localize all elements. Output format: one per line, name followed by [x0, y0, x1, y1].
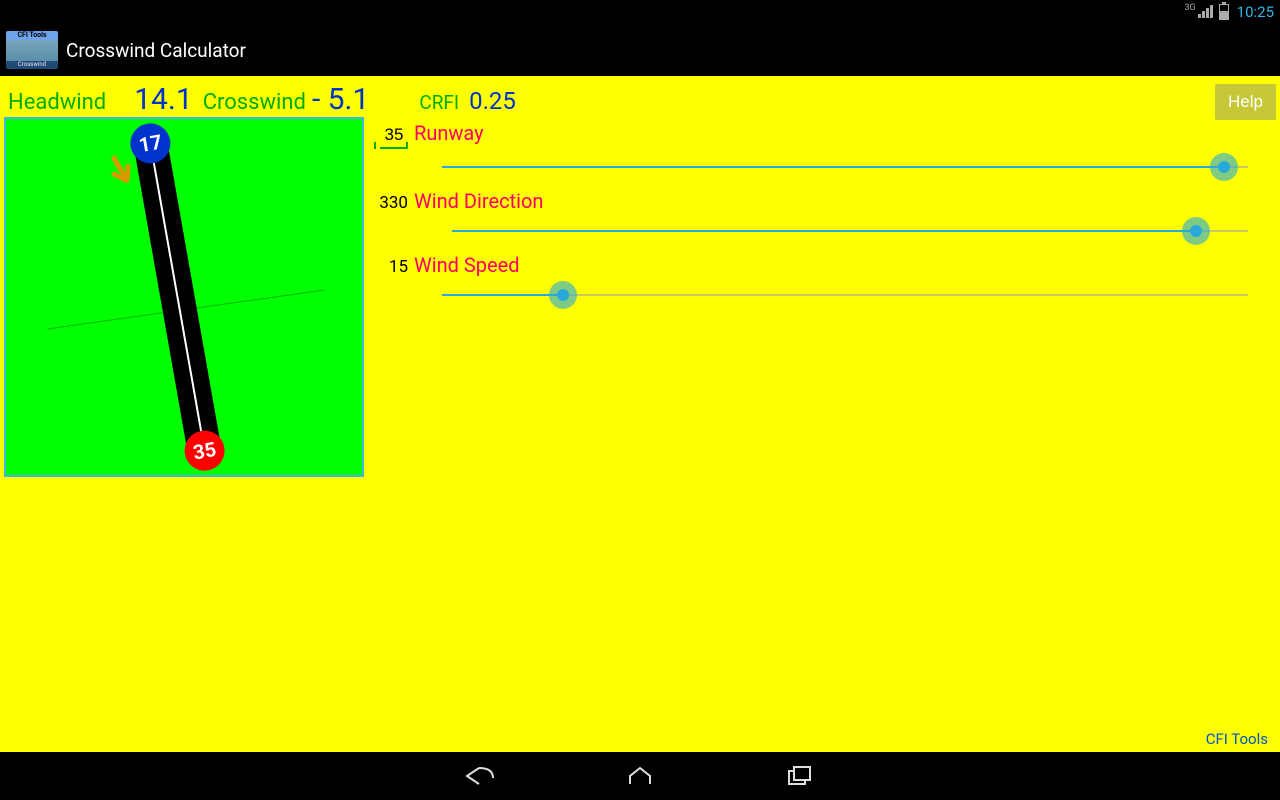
- app-logo: CFI Tools Crosswind: [6, 31, 58, 69]
- runway-diagram: 17 35: [4, 117, 364, 477]
- runway-marker-far: 35: [181, 428, 227, 474]
- wind-speed-slider-label: Wind Speed: [414, 253, 520, 277]
- recent-button[interactable]: [770, 760, 830, 792]
- wind-speed-value: 15: [372, 257, 408, 277]
- runway-slider-row: Runway: [372, 121, 1248, 181]
- logo-bottom-text: Crosswind: [6, 61, 58, 69]
- runway-slider-label: Runway: [414, 121, 484, 145]
- nav-bar: [0, 752, 1280, 800]
- wind-direction-value: 330: [372, 193, 408, 213]
- wind-speed-slider[interactable]: [442, 281, 1248, 309]
- action-bar: CFI Tools Crosswind Crosswind Calculator: [0, 24, 1280, 76]
- wind-direction-slider-row: 330 Wind Direction: [372, 189, 1248, 245]
- crfi-value: 0.25: [469, 87, 516, 115]
- results-row: Headwind 14.1 Crosswind - 5.1 CRFI 0.25 …: [0, 76, 1280, 117]
- crosswind-value: - 5.1: [312, 82, 369, 117]
- runway-strip: 17 35: [134, 144, 221, 455]
- battery-icon: [1219, 4, 1229, 20]
- help-button[interactable]: Help: [1215, 84, 1276, 120]
- runway-slider[interactable]: [442, 153, 1248, 181]
- wind-direction-slider[interactable]: [452, 217, 1248, 245]
- page-title: Crosswind Calculator: [66, 39, 246, 62]
- network-3g-label: 3G: [1184, 3, 1195, 13]
- runway-value-input[interactable]: [380, 123, 408, 149]
- crfi-label: CRFI: [419, 91, 459, 114]
- content-area: Headwind 14.1 Crosswind - 5.1 CRFI 0.25 …: [0, 76, 1280, 752]
- signal-icon: [1198, 5, 1213, 20]
- wind-speed-slider-row: 15 Wind Speed: [372, 253, 1248, 309]
- wind-direction-slider-label: Wind Direction: [414, 189, 543, 213]
- back-button[interactable]: [450, 760, 510, 792]
- brand-label: CFI Tools: [1206, 730, 1268, 748]
- sliders-panel: Runway 330 Wind Direction: [364, 117, 1280, 477]
- status-time: 10:25: [1237, 3, 1274, 21]
- runway-value-field[interactable]: [372, 123, 408, 149]
- crosswind-label: Crosswind: [203, 90, 306, 115]
- headwind-label: Headwind: [8, 90, 106, 115]
- status-bar: 3G 10:25: [0, 0, 1280, 24]
- home-button[interactable]: [610, 760, 670, 792]
- logo-top-text: CFI Tools: [6, 31, 58, 40]
- headwind-value: 14.1: [134, 82, 193, 117]
